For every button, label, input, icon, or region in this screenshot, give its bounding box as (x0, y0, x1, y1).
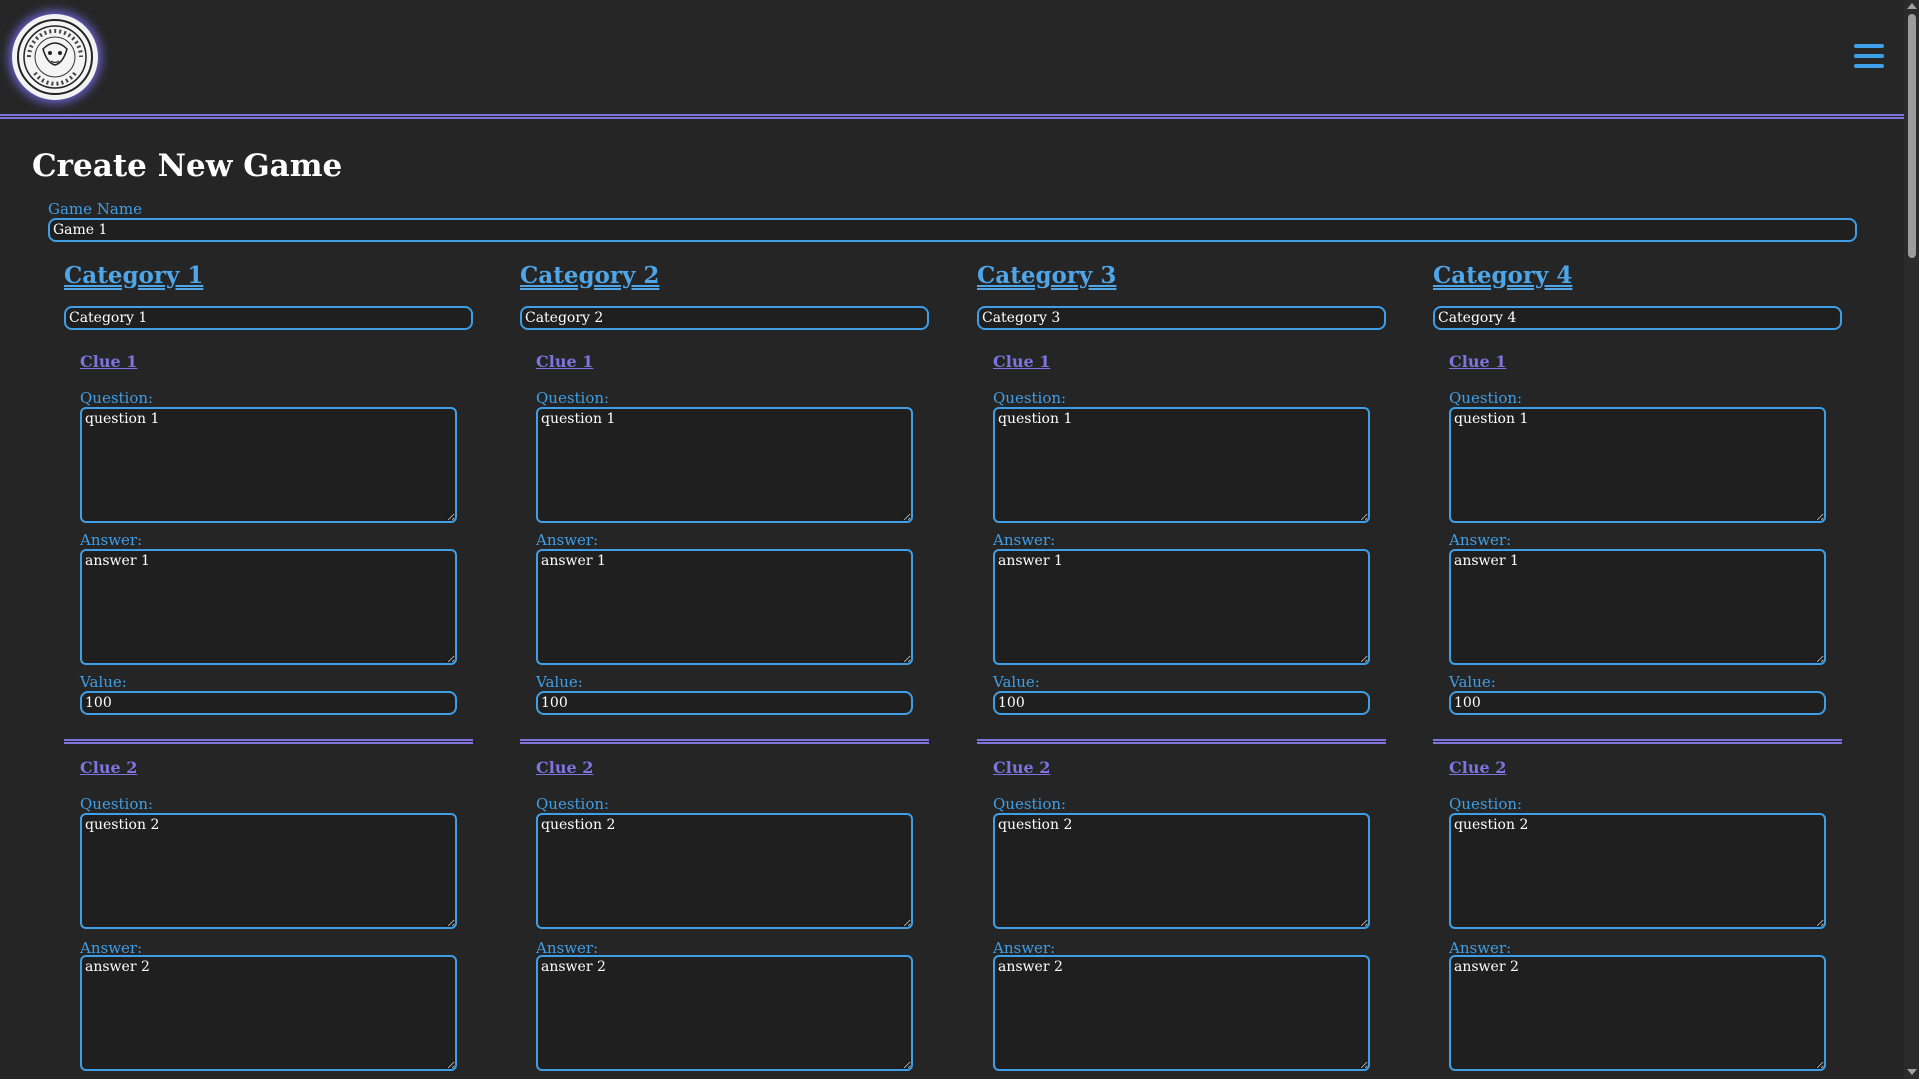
question-label: Question: (536, 795, 610, 813)
header-divider (0, 114, 1904, 119)
menu-bar (1854, 44, 1884, 48)
answer-label: Answer: (993, 531, 1056, 549)
game-name-label: Game Name (48, 200, 142, 218)
clue-title[interactable]: Clue 1 (80, 352, 137, 371)
scrollbar-thumb[interactable] (1908, 14, 1916, 258)
clue-divider (520, 739, 929, 744)
brewing-logo-icon[interactable] (12, 14, 98, 100)
answer-textarea[interactable]: answer 2 (536, 955, 913, 1071)
value-input[interactable] (1449, 691, 1826, 715)
question-textarea[interactable]: question 2 (993, 813, 1370, 929)
question-textarea[interactable]: question 1 (993, 407, 1370, 523)
category-title[interactable]: Category 4 (1433, 262, 1572, 289)
category-name-input[interactable] (977, 306, 1386, 330)
clue-title[interactable]: Clue 2 (1449, 758, 1506, 777)
category-title[interactable]: Category 1 (64, 262, 203, 289)
value-input[interactable] (993, 691, 1370, 715)
answer-textarea[interactable]: answer 1 (80, 549, 457, 665)
clue-title[interactable]: Clue 2 (536, 758, 593, 777)
clue-title[interactable]: Clue 2 (80, 758, 137, 777)
value-input[interactable] (536, 691, 913, 715)
page-title: Create New Game (32, 148, 343, 184)
category-title[interactable]: Category 3 (977, 262, 1116, 289)
question-textarea[interactable]: question 1 (1449, 407, 1826, 523)
question-label: Question: (80, 795, 154, 813)
question-textarea[interactable]: question 2 (80, 813, 457, 929)
value-label: Value: (80, 673, 127, 691)
value-input[interactable] (80, 691, 457, 715)
answer-textarea[interactable]: answer 2 (80, 955, 457, 1071)
clue-title[interactable]: Clue 1 (536, 352, 593, 371)
answer-textarea[interactable]: answer 1 (993, 549, 1370, 665)
value-label: Value: (1449, 673, 1496, 691)
category-title[interactable]: Category 2 (520, 262, 659, 289)
answer-textarea[interactable]: answer 1 (1449, 549, 1826, 665)
top-header (0, 0, 1904, 114)
question-label: Question: (1449, 389, 1523, 407)
question-textarea[interactable]: question 2 (536, 813, 913, 929)
question-label: Question: (993, 389, 1067, 407)
question-textarea[interactable]: question 2 (1449, 813, 1826, 929)
answer-textarea[interactable]: answer 1 (536, 549, 913, 665)
answer-label: Answer: (536, 531, 599, 549)
menu-bar (1854, 54, 1884, 58)
scroll-down-arrow-icon[interactable] (1907, 1069, 1917, 1075)
question-label: Question: (1449, 795, 1523, 813)
answer-textarea[interactable]: answer 2 (1449, 955, 1826, 1071)
value-label: Value: (536, 673, 583, 691)
clue-title[interactable]: Clue 2 (993, 758, 1050, 777)
answer-label: Answer: (1449, 531, 1512, 549)
question-textarea[interactable]: question 1 (80, 407, 457, 523)
answer-label: Answer: (80, 531, 143, 549)
clue-divider (64, 739, 473, 744)
scroll-up-arrow-icon[interactable] (1907, 3, 1917, 9)
question-label: Question: (80, 389, 154, 407)
clue-title[interactable]: Clue 1 (1449, 352, 1506, 371)
page-scrollbar[interactable] (1904, 0, 1919, 1079)
question-label: Question: (993, 795, 1067, 813)
category-name-input[interactable] (1433, 306, 1842, 330)
clue-divider (1433, 739, 1842, 744)
clue-divider (977, 739, 1386, 744)
value-label: Value: (993, 673, 1040, 691)
clue-title[interactable]: Clue 1 (993, 352, 1050, 371)
question-label: Question: (536, 389, 610, 407)
hamburger-menu-icon[interactable] (1854, 44, 1884, 72)
answer-textarea[interactable]: answer 2 (993, 955, 1370, 1071)
menu-bar (1854, 64, 1884, 68)
category-name-input[interactable] (64, 306, 473, 330)
logo-graphic (17, 19, 93, 95)
category-name-input[interactable] (520, 306, 929, 330)
question-textarea[interactable]: question 1 (536, 407, 913, 523)
game-name-input[interactable] (48, 218, 1857, 242)
